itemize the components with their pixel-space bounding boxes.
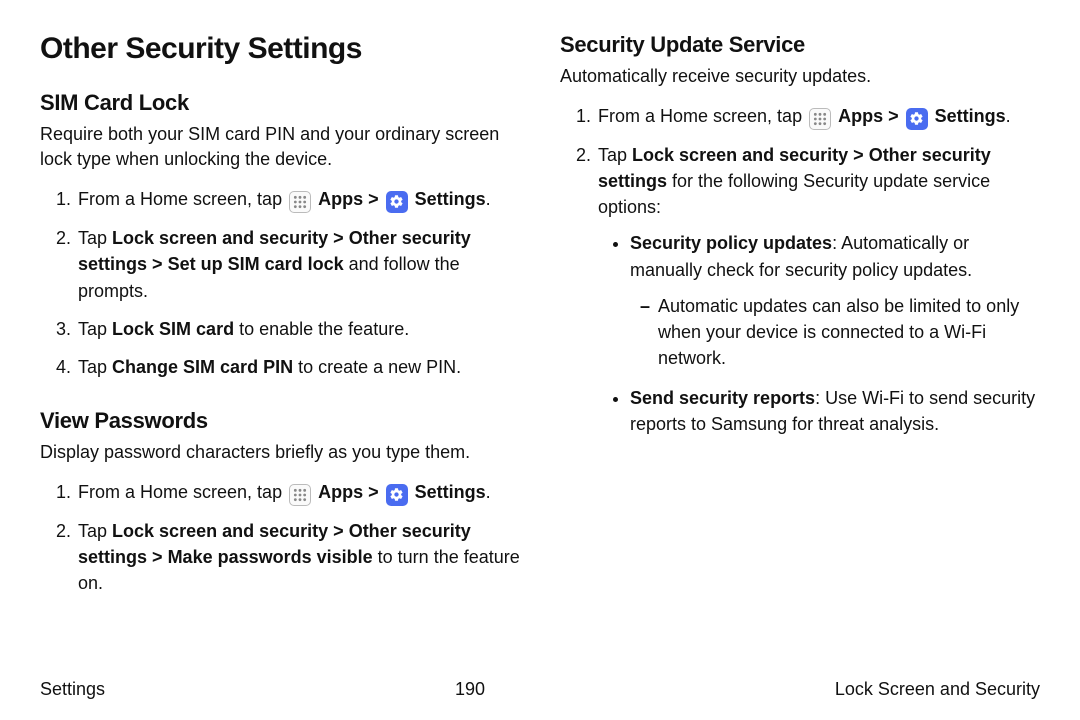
step-text: From a Home screen, tap [78, 482, 287, 502]
chevron-icon: > [888, 106, 899, 126]
step-text: . [486, 189, 491, 209]
step-bold: Settings [415, 189, 486, 209]
bullet-list: Security policy updates: Automatically o… [598, 230, 1040, 437]
footer-page-number: 190 [455, 679, 485, 700]
step-bold: Make passwords visible [168, 547, 373, 567]
steps-list: From a Home screen, tap Apps > Settings.… [40, 186, 520, 379]
step-text: to enable the feature. [234, 319, 409, 339]
left-column: Other Security Settings SIM Card Lock Re… [40, 32, 520, 652]
section-heading-security-update: Security Update Service [560, 32, 1040, 58]
step-bold: Change SIM card PIN [112, 357, 293, 377]
steps-list: From a Home screen, tap Apps > Settings.… [40, 479, 520, 596]
step-item: From a Home screen, tap Apps > Settings. [76, 479, 520, 506]
footer-right: Lock Screen and Security [835, 679, 1040, 700]
step-text: Tap [78, 357, 112, 377]
chevron-icon: > [368, 482, 379, 502]
section-desc: Automatically receive security updates. [560, 64, 1040, 89]
bullet-item: Security policy updates: Automatically o… [630, 230, 1040, 370]
footer-left: Settings [40, 679, 105, 700]
section-heading-sim-card-lock: SIM Card Lock [40, 90, 520, 116]
chevron-icon: > [853, 145, 864, 165]
section-heading-view-passwords: View Passwords [40, 408, 520, 434]
step-bold: Lock screen and security [112, 521, 328, 541]
step-text: Tap [78, 228, 112, 248]
apps-icon [289, 484, 311, 506]
settings-icon [386, 484, 408, 506]
section-desc: Require both your SIM card PIN and your … [40, 122, 520, 172]
chevron-icon: > [368, 189, 379, 209]
step-bold: Apps [318, 189, 363, 209]
step-item: From a Home screen, tap Apps > Settings. [596, 103, 1040, 130]
step-text: . [486, 482, 491, 502]
step-text: From a Home screen, tap [78, 189, 287, 209]
page-footer: Settings 190 Lock Screen and Security [40, 679, 1040, 700]
step-bold: Settings [935, 106, 1006, 126]
step-item: Tap Lock screen and security > Other sec… [76, 518, 520, 596]
step-item: From a Home screen, tap Apps > Settings. [76, 186, 520, 213]
page-title: Other Security Settings [40, 32, 520, 66]
step-bold: Apps [318, 482, 363, 502]
settings-icon [386, 191, 408, 213]
step-text: to create a new PIN. [293, 357, 461, 377]
apps-icon [289, 191, 311, 213]
apps-icon [809, 108, 831, 130]
bullet-bold: Security policy updates [630, 233, 832, 253]
chevron-icon: > [152, 547, 163, 567]
step-bold: Apps [838, 106, 883, 126]
dash-item: Automatic updates can also be limited to… [658, 293, 1040, 371]
chevron-icon: > [333, 521, 344, 541]
chevron-icon: > [333, 228, 344, 248]
step-text: Tap [78, 521, 112, 541]
steps-list: From a Home screen, tap Apps > Settings.… [560, 103, 1040, 437]
step-text: . [1006, 106, 1011, 126]
step-text: Tap [78, 319, 112, 339]
step-bold: Settings [415, 482, 486, 502]
step-item: Tap Lock SIM card to enable the feature. [76, 316, 520, 342]
settings-icon [906, 108, 928, 130]
section-desc: Display password characters briefly as y… [40, 440, 520, 465]
step-bold: Lock screen and security [112, 228, 328, 248]
dash-list: Automatic updates can also be limited to… [630, 293, 1040, 371]
step-text: From a Home screen, tap [598, 106, 807, 126]
step-text: Tap [598, 145, 632, 165]
right-column: Security Update Service Automatically re… [560, 32, 1040, 652]
step-item: Tap Change SIM card PIN to create a new … [76, 354, 520, 380]
step-item: Tap Lock screen and security > Other sec… [76, 225, 520, 303]
bullet-bold: Send security reports [630, 388, 815, 408]
step-bold: Set up SIM card lock [168, 254, 344, 274]
chevron-icon: > [152, 254, 163, 274]
step-bold: Lock screen and security [632, 145, 848, 165]
step-bold: Lock SIM card [112, 319, 234, 339]
step-item: Tap Lock screen and security > Other sec… [596, 142, 1040, 437]
bullet-item: Send security reports: Use Wi‑Fi to send… [630, 385, 1040, 437]
